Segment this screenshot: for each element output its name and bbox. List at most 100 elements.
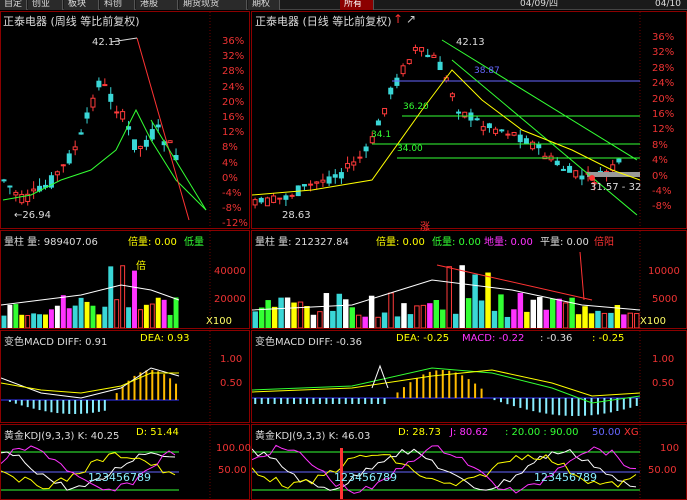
daily-kdj-50: 50.00 <box>592 427 621 438</box>
candle-body <box>137 145 143 149</box>
volume-bar <box>588 313 595 328</box>
volume-bar <box>78 297 84 328</box>
daily-gray-band <box>587 172 640 177</box>
weekly-macd-chart[interactable] <box>1 348 210 422</box>
candle-body <box>258 197 264 203</box>
volume-bar <box>394 316 401 328</box>
kdj-line <box>252 448 637 491</box>
candle-body <box>554 160 560 166</box>
volume-bar <box>54 305 60 328</box>
volume-bar <box>595 310 601 328</box>
candle-body <box>277 197 283 200</box>
daily-vol-ma <box>252 279 640 311</box>
volume-bar <box>37 314 43 328</box>
axis-tick-label: 32% <box>222 51 245 63</box>
volume-bar <box>161 299 167 328</box>
candle-body <box>567 165 573 173</box>
candle-body <box>388 87 394 95</box>
volume-bar <box>478 300 485 328</box>
candle-body <box>616 158 622 163</box>
candle-body <box>437 61 443 71</box>
axis-tick-label: 20% <box>652 93 675 105</box>
daily-kdj-j: J: 80.62 <box>450 427 489 438</box>
daily-up-arrow-icon[interactable]: ↑ <box>393 12 403 26</box>
daily-macd-chart[interactable] <box>252 348 640 422</box>
daily-vol-axis-unit: X100 <box>640 316 666 327</box>
volume-bar <box>84 301 90 328</box>
weekly-macd-axis-2: 0.50 <box>220 378 243 389</box>
volume-bar <box>120 265 126 328</box>
daily-vol-earth: 地量: 0.00 <box>484 237 533 248</box>
daily-arrow-right-icon[interactable]: ↗ <box>406 12 416 26</box>
candle-body <box>114 111 120 114</box>
daily-macd-dea: DEA: -0.25 <box>396 333 450 344</box>
volume-bar <box>66 308 72 328</box>
volume-bar <box>252 311 258 328</box>
candle-body <box>412 47 418 51</box>
daily-high-label: 42.13 <box>456 37 485 48</box>
volume-bar <box>265 300 271 328</box>
weekly-kdj-axis-2: 50.00 <box>218 465 247 476</box>
daily-vol-arrow <box>579 251 585 301</box>
candle-body <box>264 197 270 207</box>
candle-body <box>132 139 137 150</box>
volume-bar <box>401 303 407 328</box>
daily-vol-header: 量柱 量: 212327.84 <box>255 237 349 248</box>
volume-bar <box>375 316 381 328</box>
volume-bar <box>498 294 504 328</box>
volume-bar <box>48 309 54 328</box>
candle-body <box>480 126 486 131</box>
volume-bar <box>381 312 388 328</box>
axis-tick-label: 32% <box>652 47 675 59</box>
candle-body <box>493 128 499 134</box>
candle-body <box>338 172 344 179</box>
daily-candle-chart[interactable] <box>252 30 640 228</box>
volume-bar <box>414 305 420 328</box>
candle-body <box>499 129 505 132</box>
weekly-vol-ratio: 倍量: 0.00 <box>128 237 177 248</box>
axis-tick-label: 16% <box>222 112 245 123</box>
volume-bar <box>31 313 37 328</box>
axis-tick-label: 28% <box>222 66 245 78</box>
axis-tick-label: 20% <box>222 96 245 108</box>
weekly-candle-chart[interactable] <box>1 30 210 228</box>
daily-trend-line-1 <box>441 39 638 161</box>
candle-body <box>573 170 579 178</box>
candle-body <box>167 140 173 144</box>
volume-bar <box>114 299 120 328</box>
weekly-vol-ma <box>1 284 180 306</box>
volume-bar <box>13 304 19 328</box>
weekly-volume-chart[interactable] <box>1 250 210 328</box>
volume-bar <box>433 300 440 328</box>
volume-bar <box>258 307 265 328</box>
candle-body <box>301 184 307 187</box>
candle-body <box>60 164 66 167</box>
weekly-vol-axis-unit: X100 <box>206 316 232 327</box>
candle-body <box>19 194 25 204</box>
volume-bar <box>72 305 78 328</box>
daily-level-2: 36.20 <box>403 102 429 112</box>
volume-bar <box>491 310 498 328</box>
daily-kdj-xg: XG <box>624 427 639 438</box>
volume-bar <box>96 314 102 328</box>
volume-bar <box>137 309 143 328</box>
daily-kdj-digits-2: 123456789 <box>534 471 597 484</box>
candle-body <box>78 132 84 135</box>
kdj-line <box>252 444 637 494</box>
volume-bar <box>304 306 310 328</box>
weekly-kdj-digits: 123456789 <box>88 471 151 484</box>
volume-bar <box>132 270 137 328</box>
volume-bar <box>90 305 96 328</box>
weekly-vol-axis-2: 20000 <box>214 294 246 305</box>
candle-body <box>108 93 114 102</box>
volume-bar <box>362 316 368 328</box>
candle-body <box>90 97 96 108</box>
volume-bar <box>355 314 362 328</box>
volume-bar <box>530 299 537 328</box>
axis-tick-label: 8% <box>222 142 238 154</box>
volume-bar <box>549 298 556 328</box>
daily-kdj-digits: 123456789 <box>334 471 397 484</box>
daily-volume-chart[interactable] <box>252 250 640 328</box>
volume-bar <box>420 304 427 328</box>
daily-vol-low: 低量: 0.00 <box>432 237 481 248</box>
